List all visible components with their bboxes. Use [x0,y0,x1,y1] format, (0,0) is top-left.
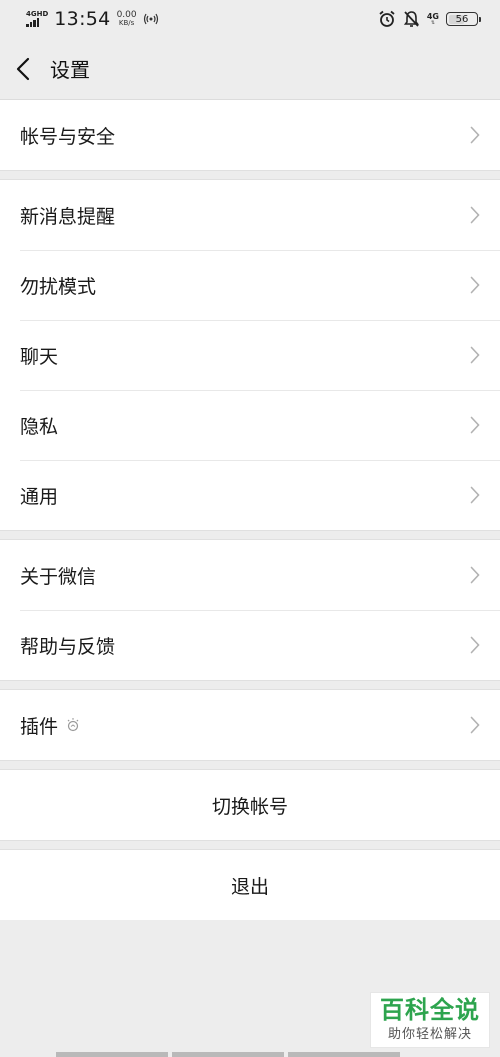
settings-item-about-wechat[interactable]: 关于微信 [0,540,500,610]
watermark-subtitle: 助你轻松解决 [387,1027,472,1043]
settings-item-new-message-alerts[interactable]: 新消息提醒 [0,180,500,250]
bell-muted-icon [403,10,420,28]
data-arrows-icon: ⇅ [430,19,436,26]
plugins-group: 插件 [0,690,500,760]
settings-item-label: 新消息提醒 [20,205,116,228]
network-speed: 0.00 KB/s [117,11,137,27]
settings-item-account-security[interactable]: 帐号与安全 [0,100,500,170]
back-button[interactable] [16,54,40,84]
signal-icon [26,18,39,27]
plugins-label-wrap: 插件 [20,712,80,739]
battery-level: 56 [455,13,469,25]
status-right: 4G ⇅ 56 [378,10,481,28]
network-4g-indicator: 4G ⇅ [427,12,439,26]
watermark-title: 百科全说 [380,995,480,1024]
settings-item-label: 关于微信 [20,565,97,588]
chevron-right-icon [470,126,480,144]
bottom-strip [288,1052,400,1057]
settings-item-label: 勿扰模式 [20,275,97,298]
settings-item-privacy[interactable]: 隐私 [0,390,500,460]
nav-bar: 设置 [0,38,500,100]
account-group: 帐号与安全 [0,100,500,170]
chevron-right-icon [470,416,480,434]
about-group: 关于微信 帮助与反馈 [0,540,500,680]
status-bar: 4GHD 13:54 0.00 KB/s 4G ⇅ 56 [0,0,500,38]
section-divider [0,840,500,850]
section-divider [0,760,500,770]
status-left: 4GHD 13:54 0.00 KB/s [26,8,159,30]
settings-item-label: 聊天 [20,345,59,368]
switch-account-label: 切换帐号 [211,795,288,818]
watermark-logo: 百科全说 助你轻松解决 [370,992,490,1048]
section-divider [0,680,500,690]
bottom-strips [56,1052,400,1057]
bottom-strip [172,1052,284,1057]
network-speed-unit: KB/s [118,19,135,27]
settings-item-label: 帐号与安全 [20,125,116,148]
settings-item-help-feedback[interactable]: 帮助与反馈 [0,610,500,680]
logout-label: 退出 [230,875,269,898]
settings-item-chat[interactable]: 聊天 [0,320,500,390]
chevron-right-icon [470,566,480,584]
settings-item-general[interactable]: 通用 [0,460,500,530]
chevron-right-icon [470,636,480,654]
chevron-left-icon [16,57,30,80]
general-group: 新消息提醒 勿扰模式 聊天 隐私 通用 [0,180,500,530]
alarm-icon [378,10,396,28]
chevron-right-icon [470,276,480,294]
section-divider [0,170,500,180]
settings-item-label: 插件 [20,715,59,738]
section-divider [0,530,500,540]
battery-icon: 56 [446,12,481,26]
settings-item-label: 隐私 [20,415,59,438]
logout-button[interactable]: 退出 [0,850,500,920]
signal-block: 4GHD [26,11,48,27]
settings-item-do-not-disturb[interactable]: 勿扰模式 [0,250,500,320]
network-type-label: 4GHD [26,10,49,18]
hotspot-icon [143,13,159,25]
settings-item-label: 通用 [20,485,59,508]
chevron-right-icon [470,206,480,224]
status-time: 13:54 [54,8,111,30]
bottom-strip [56,1052,168,1057]
switch-account-button[interactable]: 切换帐号 [0,770,500,840]
chevron-right-icon [470,486,480,504]
settings-item-label: 帮助与反馈 [20,635,116,658]
page-title: 设置 [50,58,90,82]
settings-item-plugins[interactable]: 插件 [0,690,500,760]
plugin-bulb-icon [67,718,79,732]
chevron-right-icon [470,346,480,364]
chevron-right-icon [470,716,480,734]
